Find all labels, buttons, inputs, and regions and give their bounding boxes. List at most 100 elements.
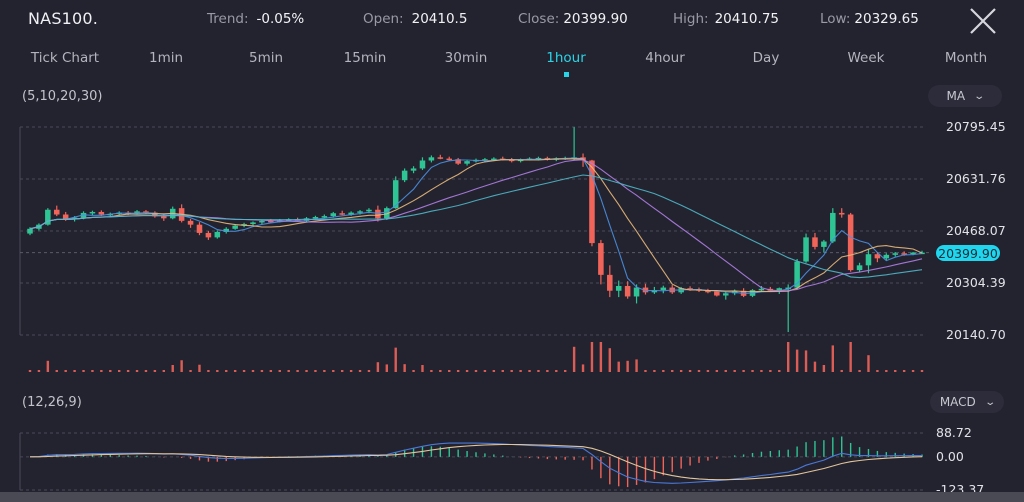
candle-body (892, 253, 899, 255)
candle-body (419, 160, 426, 169)
candle-body (250, 222, 256, 225)
volume-bar (216, 370, 219, 372)
volume-bar (448, 370, 451, 372)
candle-body (214, 231, 221, 238)
volume-bar (724, 370, 727, 372)
moving-averages (29, 157, 923, 294)
volume-bar (492, 370, 496, 372)
volume-bar (813, 361, 817, 372)
volume-bar (412, 370, 415, 372)
volume-bar (769, 370, 772, 372)
candle-body (410, 168, 417, 171)
volume-bar (225, 370, 228, 372)
current-price-tag: 20399.90 (936, 245, 1000, 261)
candle-body (758, 288, 765, 291)
volume-bar (260, 370, 264, 372)
volume-bar (332, 370, 335, 372)
volume-bar (269, 370, 273, 372)
candle-body (437, 157, 444, 159)
volume-bar (430, 370, 433, 372)
candle-body (187, 220, 194, 225)
volume-bar (501, 370, 504, 372)
candle-body (98, 211, 105, 215)
volume-bar (751, 370, 754, 372)
volume-bar (287, 370, 290, 372)
volume-bar (822, 365, 826, 372)
volume-bar (37, 370, 41, 372)
price-axis-label: 20468.07 (946, 223, 1006, 238)
price-axis-label: 20304.39 (946, 275, 1006, 290)
volume-bar (394, 347, 397, 372)
candle-body (357, 211, 363, 213)
volume-bar (626, 360, 629, 372)
volume-bar (742, 370, 745, 372)
volume-bar (118, 370, 121, 372)
volume-bar (697, 370, 701, 372)
volume-bar (171, 365, 174, 372)
volume-bar (162, 370, 165, 372)
volume-bar (760, 370, 763, 372)
volume-bar (546, 370, 549, 372)
volume-bar (421, 365, 424, 372)
volume-bar (233, 370, 237, 372)
volume-bar (519, 370, 522, 372)
volume-bar (920, 370, 924, 372)
volume-bar (849, 342, 852, 372)
candle-body (89, 211, 96, 214)
volume-bar (109, 370, 112, 372)
volume-bar (581, 364, 585, 372)
volume-bar (831, 345, 834, 372)
candle-body (232, 225, 238, 229)
volume-bar (126, 370, 130, 372)
volume-bar (358, 370, 362, 372)
volume-bar (385, 364, 388, 372)
volume-bar (91, 370, 94, 372)
candle-body (812, 237, 818, 247)
volume-bar (635, 359, 638, 372)
candle-body (205, 232, 212, 238)
candle-body (196, 224, 203, 233)
candle-body (312, 217, 319, 219)
dif-line (29, 442, 923, 484)
candle-body (161, 216, 167, 219)
candle-body (366, 209, 372, 212)
volume-bar (867, 355, 870, 372)
volume-bar (644, 370, 647, 372)
volume-bar (100, 370, 103, 372)
candle-body (615, 285, 622, 291)
candle-body (330, 213, 337, 217)
volume-bar (679, 370, 683, 372)
candle-body (375, 209, 381, 219)
volume-bar (323, 370, 326, 372)
macd-chart (29, 436, 923, 488)
volume-bar (207, 370, 210, 372)
volume-bar (528, 370, 531, 372)
candle-body (321, 216, 328, 218)
candle-body (53, 209, 60, 215)
volume-bar (251, 370, 255, 372)
chart-canvas[interactable]: 20795.45 20631.76 20468.07 20304.39 20140.70… (0, 0, 1024, 502)
candle-body (803, 237, 809, 262)
candle-body (428, 157, 435, 161)
ma30-line (29, 174, 923, 279)
candle-body (259, 220, 265, 223)
volume-bar (314, 370, 317, 372)
volume-bar (46, 360, 50, 372)
candle-body (464, 161, 470, 164)
candle-body (865, 254, 872, 266)
volume-bar (885, 370, 888, 372)
volume-bar (305, 370, 308, 372)
volume-bar (902, 370, 906, 372)
volume-bar (144, 370, 148, 372)
candle-body (598, 243, 604, 275)
candle-body (446, 158, 453, 161)
volume-bar (198, 364, 201, 372)
price-axis-label: 20795.45 (946, 119, 1006, 134)
volume-bar (180, 360, 183, 372)
volume-bar (189, 370, 192, 372)
candle-body (607, 274, 613, 291)
volume-bar (55, 370, 58, 372)
volume-bar (555, 370, 558, 372)
volume-bar (64, 370, 67, 372)
volume-bar (787, 342, 790, 372)
